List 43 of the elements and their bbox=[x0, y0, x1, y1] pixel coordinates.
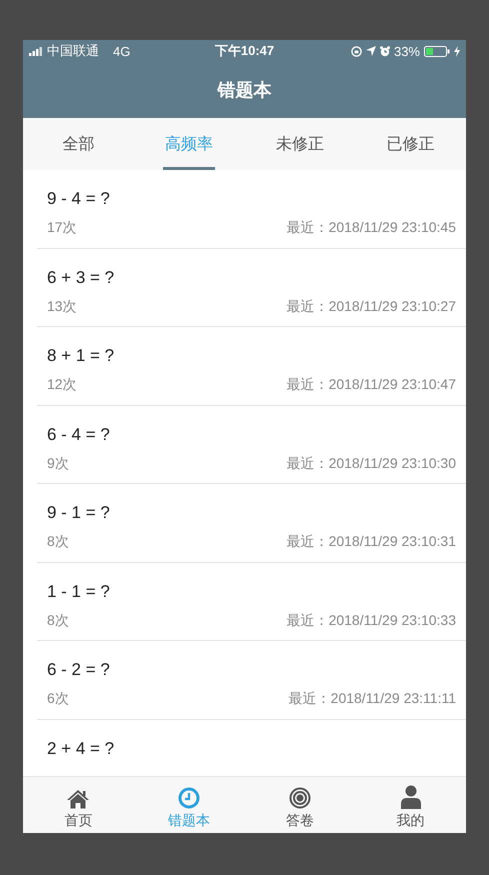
carrier-name: 中国联通 bbox=[47, 42, 99, 60]
question-text: 9 - 4 = ? bbox=[47, 189, 110, 209]
question-text: 6 - 4 = ? bbox=[47, 424, 110, 444]
nav-tab[interactable]: 答卷 bbox=[244, 777, 356, 833]
question-text: 2 + 4 = ? bbox=[47, 738, 114, 758]
recent-time: 最近：2018/11/29 23:11:11 bbox=[288, 690, 456, 708]
recent-time: 最近：2018/11/29 23:10:33 bbox=[286, 612, 456, 630]
error-count: 13次 bbox=[47, 298, 77, 316]
error-count: 6次 bbox=[47, 690, 69, 708]
person-icon bbox=[400, 785, 421, 809]
recent-time: 最近：2018/11/29 23:10:45 bbox=[286, 219, 456, 237]
question-text: 8 + 1 = ? bbox=[47, 346, 114, 366]
signal-icon bbox=[29, 46, 43, 56]
battery-icon bbox=[424, 46, 450, 56]
error-count: 9次 bbox=[47, 454, 69, 472]
question-text: 1 - 1 = ? bbox=[47, 582, 110, 602]
recent-time: 最近：2018/11/29 23:10:30 bbox=[286, 454, 456, 472]
recent-time: 最近：2018/11/29 23:10:31 bbox=[286, 533, 456, 551]
filter-tab[interactable]: 已修正 bbox=[384, 118, 437, 170]
error-count: 17次 bbox=[47, 219, 77, 237]
rotation-lock-icon bbox=[350, 46, 362, 56]
alarm-icon bbox=[380, 46, 390, 56]
question-text: 6 - 2 = ? bbox=[47, 660, 110, 680]
battery-percent: 33% bbox=[394, 44, 420, 58]
status-time: 下午10:47 bbox=[214, 42, 274, 60]
filter-tab[interactable]: 全部 bbox=[60, 118, 96, 170]
recent-time: 最近：2018/11/29 23:10:27 bbox=[286, 298, 456, 316]
home-icon bbox=[66, 789, 90, 809]
question-text: 6 + 3 = ? bbox=[47, 268, 114, 288]
location-icon bbox=[366, 46, 376, 56]
charging-icon bbox=[454, 46, 460, 56]
error-count: 8次 bbox=[47, 612, 69, 630]
error-count: 12次 bbox=[47, 376, 77, 394]
target-icon bbox=[288, 787, 311, 809]
error-count: 8次 bbox=[47, 533, 69, 551]
filter-tab[interactable]: 未修正 bbox=[274, 118, 326, 170]
clock-icon bbox=[178, 787, 200, 809]
network-type: 4G bbox=[113, 44, 130, 58]
nav-tab[interactable]: 我的 bbox=[355, 777, 466, 833]
recent-time: 最近：2018/11/29 23:10:47 bbox=[286, 376, 456, 394]
page-title: 错题本 bbox=[218, 79, 272, 102]
question-text: 9 - 1 = ? bbox=[47, 503, 110, 523]
nav-tab[interactable]: 首页 bbox=[23, 777, 134, 833]
